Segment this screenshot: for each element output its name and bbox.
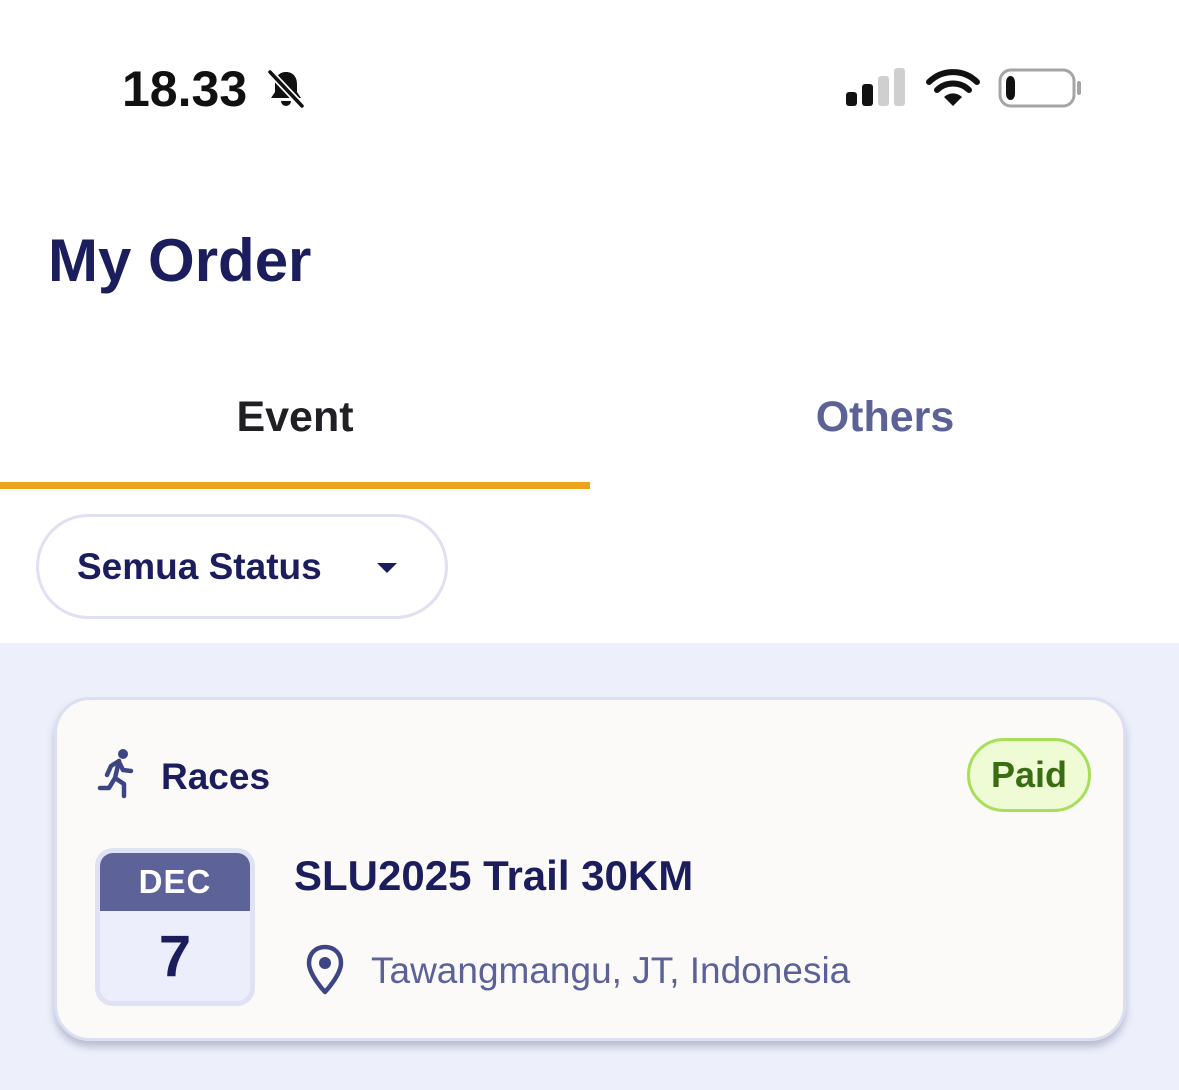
event-month: DEC [100, 853, 250, 911]
runner-icon [97, 749, 134, 799]
status-time: 18.33 [122, 61, 248, 117]
wifi-icon [926, 69, 980, 106]
tab-others[interactable]: Others [590, 360, 1179, 490]
my-order-screen: 18.33 My Order Event Others Semua Status… [0, 0, 1179, 1090]
bell-muted-icon [266, 68, 306, 110]
status-bar: 18.33 [0, 0, 1179, 150]
event-name: SLU2025 Trail 30KM [294, 852, 694, 899]
order-tabs: Event Others [0, 360, 1179, 490]
order-category: Races [161, 756, 271, 797]
tab-event[interactable]: Event [0, 360, 590, 490]
active-tab-indicator [0, 482, 590, 489]
battery-low-icon [998, 68, 1081, 108]
status-filter-dropdown[interactable]: Semua Status [36, 514, 448, 619]
event-day: 7 [158, 923, 192, 989]
order-card[interactable]: Races Paid DEC 7 SLU2025 Trail 30KM Tawa… [54, 697, 1126, 1041]
location-pin-icon [306, 944, 344, 995]
caret-down-icon [377, 563, 397, 573]
status-filter-label: Semua Status [77, 545, 322, 587]
event-location: Tawangmangu, JT, Indonesia [371, 950, 851, 991]
page-title: My Order [48, 227, 312, 294]
cellular-signal-icon [846, 68, 905, 106]
status-badge: Paid [967, 738, 1091, 812]
event-date-badge: DEC 7 [95, 848, 255, 1006]
order-list: Races Paid DEC 7 SLU2025 Trail 30KM Tawa… [0, 643, 1179, 1090]
